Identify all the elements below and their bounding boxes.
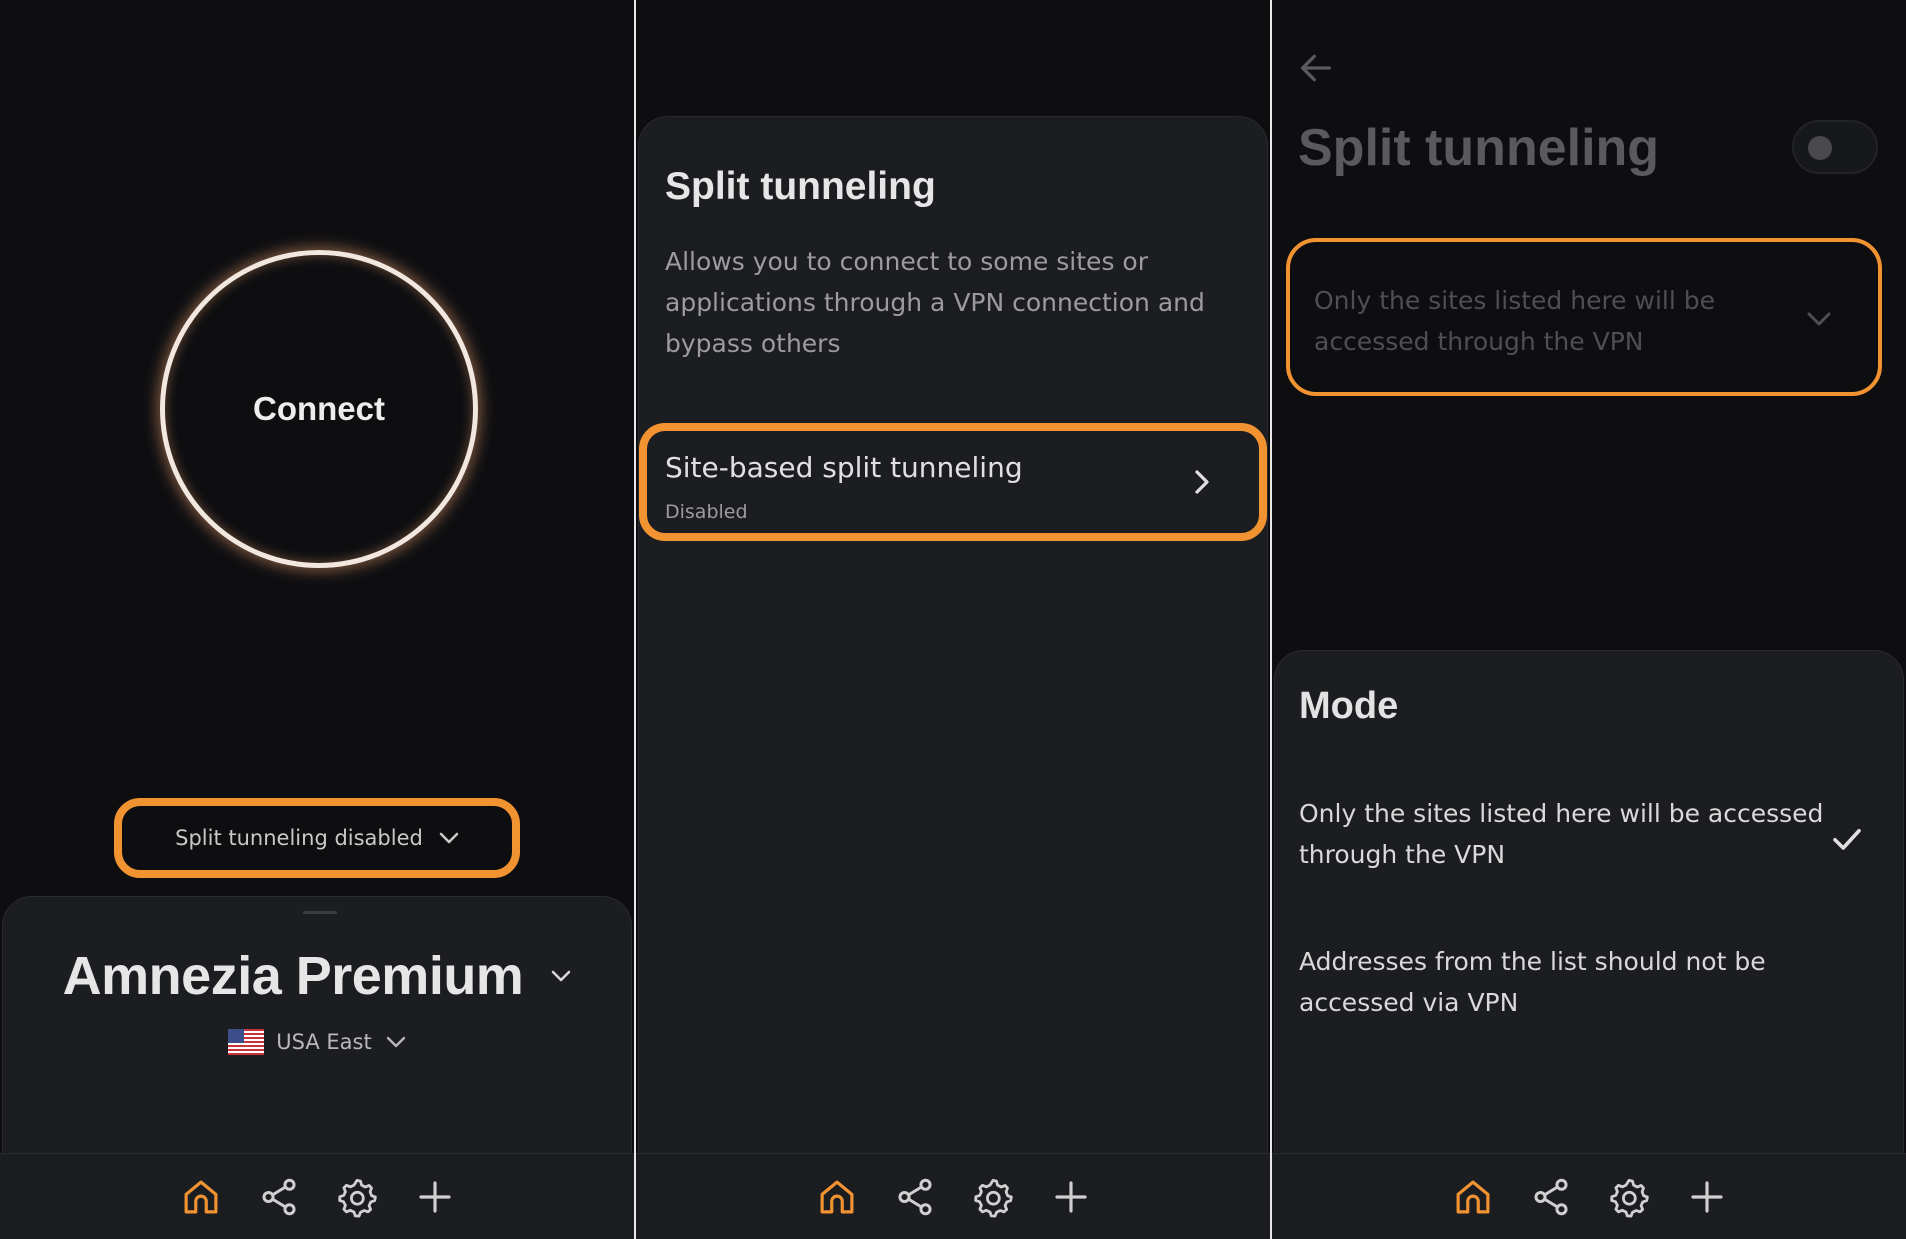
back-arrow-icon[interactable] [1296, 48, 1336, 88]
nav-settings-button[interactable] [333, 1173, 381, 1221]
add-icon [1691, 1181, 1723, 1213]
nav-share-button[interactable] [1527, 1173, 1575, 1221]
split-tunneling-sheet: Split tunneling Allows you to connect to… [638, 116, 1268, 1176]
chevron-down-icon [439, 832, 459, 844]
connect-label: Connect [253, 390, 385, 427]
chevron-right-icon [1195, 470, 1209, 494]
settings-icon [338, 1178, 377, 1218]
add-icon [1055, 1181, 1087, 1213]
share-icon [262, 1178, 296, 1216]
share-icon [1534, 1178, 1568, 1216]
mode-option[interactable]: Addresses from the list should not be ac… [1275, 941, 1905, 1051]
nav-add-button[interactable] [411, 1173, 459, 1221]
item-title: Site-based split tunneling [665, 451, 1023, 484]
split-tunneling-screen: Split tunneling Allows you to connect to… [636, 0, 1270, 1239]
add-icon [419, 1181, 451, 1213]
nav-home-button[interactable] [177, 1173, 225, 1221]
home-icon [1456, 1180, 1490, 1214]
toggle-knob [1808, 136, 1832, 160]
share-icon [898, 1178, 932, 1216]
item-status: Disabled [665, 501, 748, 523]
location-selector[interactable]: USA East [3, 1029, 633, 1055]
checkmark-icon [1833, 828, 1861, 850]
page-description: Allows you to connect to some sites or a… [665, 247, 1205, 358]
site-based-split-tunneling-item[interactable]: Site-based split tunneling Disabled [647, 427, 1257, 537]
location-name: USA East [276, 1030, 372, 1054]
page-title: Split tunneling [1298, 119, 1660, 177]
drag-handle[interactable] [303, 911, 337, 914]
nav-add-button[interactable] [1683, 1173, 1731, 1221]
split-tunneling-toggle[interactable] [1792, 120, 1878, 174]
nav-add-button[interactable] [1047, 1173, 1095, 1221]
chevron-down-icon [386, 1036, 405, 1048]
nav-share-button[interactable] [255, 1173, 303, 1221]
mode-dropdown-value: Only the sites listed here will be acces… [1314, 286, 1715, 356]
mode-option-label: Only the sites listed here will be acces… [1299, 799, 1824, 869]
split-tunneling-status-label: Split tunneling disabled [175, 826, 423, 850]
nav-share-button[interactable] [891, 1173, 939, 1221]
mode-option[interactable]: Only the sites listed here will be acces… [1275, 793, 1905, 903]
nav-settings-button[interactable] [1605, 1173, 1653, 1221]
home-screen: Connect Split tunneling disabled Amnezia… [0, 0, 634, 1239]
connect-button[interactable]: Connect [160, 250, 478, 568]
split-tunneling-status-button[interactable]: Split tunneling disabled [118, 806, 518, 870]
nav-home-button[interactable] [1449, 1173, 1497, 1221]
mode-option-label: Addresses from the list should not be ac… [1299, 947, 1766, 1017]
chevron-down-icon [552, 970, 571, 982]
us-flag-icon [228, 1029, 265, 1055]
nav-home-button[interactable] [813, 1173, 861, 1221]
mode-dropdown[interactable]: Only the sites listed here will be acces… [1290, 242, 1878, 392]
page-title: Split tunneling [665, 165, 936, 208]
sheet-title: Mode [1299, 685, 1399, 727]
settings-icon [1610, 1178, 1649, 1218]
server-selector[interactable]: Amnezia Premium [3, 945, 633, 1007]
home-icon [184, 1180, 218, 1214]
bottom-nav [0, 1153, 634, 1239]
bottom-nav [636, 1153, 1270, 1239]
server-name: Amnezia Premium [62, 946, 524, 1006]
nav-settings-button[interactable] [969, 1173, 1017, 1221]
server-sheet: Amnezia Premium USA East [2, 896, 632, 1156]
mode-sheet: Mode Only the sites listed here will be … [1274, 650, 1904, 1170]
settings-icon [974, 1178, 1013, 1218]
site-based-split-tunneling-screen: Split tunneling Only the sites listed he… [1272, 0, 1906, 1239]
chevron-down-icon [1807, 312, 1831, 326]
bottom-nav [1272, 1153, 1906, 1239]
home-icon [820, 1180, 854, 1214]
